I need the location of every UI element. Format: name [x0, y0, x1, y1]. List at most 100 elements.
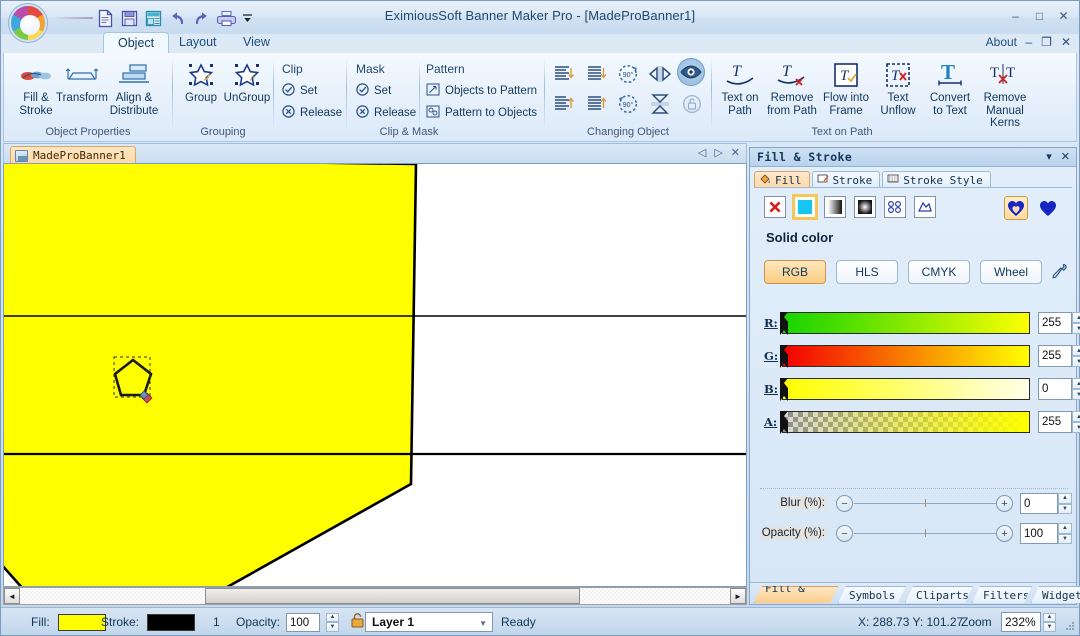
window-minimize-button[interactable]: – [1008, 9, 1023, 23]
tab-stroke[interactable]: Stroke [811, 171, 881, 188]
opacity-track[interactable] [854, 533, 999, 534]
opacity-increase-button[interactable]: + [996, 525, 1013, 542]
remove-manual-kerns-button[interactable]: TT Remove Manual Kerns [970, 58, 1040, 130]
text-unflow-button[interactable]: T Text Unflow [870, 58, 926, 117]
no-fill-icon[interactable] [764, 196, 786, 218]
zoom-spinner[interactable]: ▲ ▼ [1043, 612, 1056, 632]
mask-set-button[interactable]: Set [356, 83, 391, 99]
doc-restore-button[interactable]: ❐ [1041, 35, 1052, 49]
unlock-icon[interactable] [349, 612, 366, 632]
flow-into-frame-button[interactable]: T Flow into Frame [818, 58, 874, 117]
clip-release-button[interactable]: Release [282, 105, 342, 121]
doc-tab-close-button[interactable]: ✕ [731, 146, 740, 159]
channel-value-a[interactable]: 255 [1038, 411, 1072, 433]
lower-to-bottom-icon[interactable] [549, 90, 579, 118]
document-tab-madeprobanner1[interactable]: MadeProBanner1 [10, 146, 136, 164]
pattern-fill-icon[interactable] [884, 196, 906, 218]
clip-set-button[interactable]: Set [282, 83, 317, 99]
tab-view[interactable]: View [229, 32, 284, 54]
opacity-decrease-button[interactable]: − [836, 525, 853, 542]
nonzero-fill-icon[interactable] [1036, 196, 1060, 220]
tab-fill[interactable]: Fill [754, 171, 810, 188]
channel-thumb-r[interactable] [780, 311, 789, 337]
blur-increase-button[interactable]: + [996, 495, 1013, 512]
panel-collapse-button[interactable]: ▾ [1046, 150, 1052, 163]
window-close-button[interactable]: ✕ [1056, 9, 1071, 23]
channel-spinner-r[interactable]: ▲ ▼ [1072, 312, 1080, 334]
layer-selector[interactable]: Layer 1 ▼ [365, 608, 493, 636]
flip-horizontal-icon[interactable] [645, 60, 675, 88]
zoom-control[interactable]: 232% ▲ ▼ [1001, 608, 1056, 636]
lower-one-step-icon[interactable] [581, 90, 611, 118]
about-link[interactable]: About [986, 35, 1017, 49]
bottom-tab-widgets[interactable]: Widgets [1031, 586, 1080, 603]
doc-close-button[interactable]: ✕ [1061, 35, 1071, 49]
objects-to-pattern-button[interactable]: Objects to Pattern [426, 83, 537, 99]
show-hide-object-icon[interactable] [677, 58, 705, 86]
blur-value[interactable]: 0 [1020, 493, 1058, 514]
channel-value-b[interactable]: 0 [1038, 378, 1072, 400]
bottom-tab-filters[interactable]: Filters [972, 586, 1032, 603]
even-odd-fill-icon[interactable] [1004, 196, 1028, 220]
blur-spinner[interactable]: ▲ ▼ [1058, 493, 1072, 514]
channel-slider-a[interactable] [780, 411, 1030, 434]
bottom-tab-symbols[interactable]: Symbols [838, 586, 906, 603]
align-distribute-button[interactable]: Align & Distribute [106, 58, 162, 117]
channel-spinner-b[interactable]: ▲ ▼ [1072, 378, 1080, 400]
channel-spinner-g[interactable]: ▲ ▼ [1072, 345, 1080, 367]
scroll-left-arrow[interactable]: ◄ [4, 588, 20, 604]
pattern-to-objects-button[interactable]: Pattern to Objects [426, 105, 537, 121]
swatch-fill-icon[interactable] [914, 196, 936, 218]
bottom-tab-cliparts[interactable]: Cliparts [905, 586, 973, 603]
mask-release-button[interactable]: Release [356, 105, 416, 121]
tab-object[interactable]: Object [103, 32, 170, 54]
color-mode-wheel[interactable]: Wheel [980, 260, 1042, 284]
opacity-status-spinner[interactable]: ▲ ▼ [326, 612, 340, 632]
rotate-90-cw-icon[interactable]: 90° [613, 90, 643, 118]
channel-thumb-b[interactable] [780, 377, 789, 403]
channel-value-g[interactable]: 255 [1038, 345, 1072, 367]
opacity-status-value[interactable]: 100 [286, 612, 321, 632]
raise-to-top-icon[interactable] [549, 60, 579, 88]
doc-prev-button[interactable]: ◁ [698, 146, 706, 159]
channel-spinner-a[interactable]: ▲ ▼ [1072, 411, 1080, 433]
channel-slider-b[interactable] [780, 377, 1030, 403]
flat-color-icon[interactable] [792, 194, 818, 220]
tab-stroke-style[interactable]: Stroke Style [882, 171, 991, 188]
linear-gradient-icon[interactable] [824, 196, 846, 218]
doc-next-button[interactable]: ▷ [714, 146, 722, 159]
color-mode-hls[interactable]: HLS [836, 260, 898, 284]
design-canvas[interactable] [3, 163, 747, 587]
document-tab-nav[interactable]: ◁ ▷ ✕ [698, 146, 740, 159]
canvas-artwork[interactable] [4, 164, 746, 586]
text-on-path-button[interactable]: T Text on Path [712, 58, 768, 117]
layer-select-box[interactable]: Layer 1 ▼ [365, 612, 493, 632]
channel-slider-g[interactable] [780, 344, 1030, 370]
resize-grip[interactable] [1064, 620, 1076, 632]
raise-one-step-icon[interactable] [581, 60, 611, 88]
opacity-spinner[interactable]: ▲ ▼ [1058, 523, 1072, 544]
color-mode-cmyk[interactable]: CMYK [908, 260, 970, 284]
scrollbar-track[interactable] [20, 588, 730, 604]
channel-thumb-g[interactable] [780, 344, 789, 370]
opacity-value[interactable]: 100 [1020, 523, 1058, 544]
zoom-value[interactable]: 232% [1001, 612, 1041, 632]
tab-layout[interactable]: Layout [165, 32, 231, 54]
lock-unlock-icon[interactable] [677, 90, 707, 118]
color-mode-rgb[interactable]: RGB [764, 260, 826, 284]
flip-vertical-icon[interactable] [645, 90, 675, 118]
channel-value-r[interactable]: 255 [1038, 312, 1072, 334]
transform-button[interactable]: Transform [54, 58, 110, 105]
chevron-down-icon[interactable]: ▼ [479, 619, 487, 628]
ungroup-button[interactable]: UnGroup [219, 58, 275, 105]
panel-header-buttons[interactable]: ▾ ✕ [1046, 150, 1070, 163]
remove-from-path-button[interactable]: T Remove from Path [764, 58, 820, 117]
document-window-controls[interactable]: – ❐ ✕ [1025, 35, 1071, 49]
window-maximize-button[interactable]: □ [1032, 9, 1047, 23]
rotate-90-ccw-icon[interactable]: 90° [613, 60, 643, 88]
eyedropper-icon[interactable] [1048, 262, 1068, 285]
canvas-horizontal-scrollbar[interactable]: ◄ ► [3, 587, 747, 605]
stroke-color-swatch[interactable] [147, 613, 196, 631]
scrollbar-thumb[interactable] [205, 588, 580, 604]
channel-slider-r[interactable] [780, 311, 1030, 337]
